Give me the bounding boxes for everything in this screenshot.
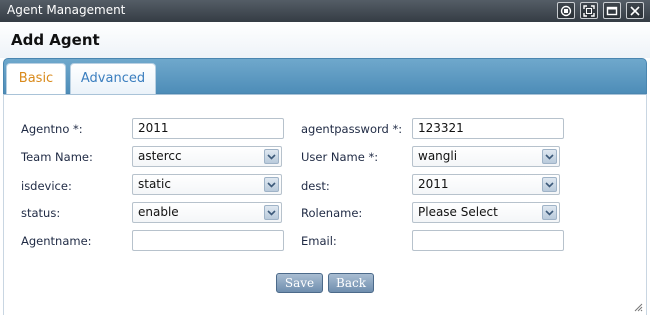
status-select[interactable]: enable [132, 202, 282, 223]
save-button[interactable]: Save [276, 273, 323, 293]
maximize-icon[interactable] [580, 2, 598, 19]
isdevice-label: isdevice: [21, 179, 72, 193]
minimize-icon[interactable] [603, 2, 621, 19]
restore-icon[interactable] [557, 2, 575, 19]
page-header: Add Agent [0, 22, 650, 58]
resize-grip-icon[interactable] [634, 303, 643, 312]
chevron-down-icon [264, 149, 279, 164]
status-value: enable [138, 205, 179, 219]
rolename-value: Please Select [418, 205, 498, 219]
page-title: Add Agent [11, 31, 100, 49]
window-titlebar: Agent Management [0, 0, 650, 22]
chevron-down-icon [542, 205, 557, 220]
agentno-value: 2011 [138, 121, 169, 135]
dest-select[interactable]: 2011 [412, 174, 560, 195]
dest-label: dest: [301, 179, 330, 193]
email-input[interactable] [412, 230, 564, 251]
user-name-label: User Name *: [301, 150, 379, 164]
chevron-down-icon [542, 177, 557, 192]
isdevice-value: static [138, 177, 171, 191]
tab-advanced[interactable]: Advanced [70, 63, 156, 95]
team-name-value: astercc [138, 149, 182, 163]
rolename-label: Rolename: [301, 206, 363, 220]
status-label: status: [21, 206, 61, 220]
team-name-select[interactable]: astercc [132, 146, 282, 167]
agentno-label: Agentno *: [21, 122, 83, 136]
window-controls [557, 2, 644, 19]
chevron-down-icon [264, 177, 279, 192]
isdevice-select[interactable]: static [132, 174, 282, 195]
team-name-label: Team Name: [21, 150, 93, 164]
tab-bar: Basic Advanced [3, 58, 647, 95]
dest-value: 2011 [418, 177, 449, 191]
user-name-value: wangli [418, 149, 458, 163]
chevron-down-icon [542, 149, 557, 164]
rolename-select[interactable]: Please Select [412, 202, 560, 223]
tab-basic[interactable]: Basic [6, 63, 66, 95]
chevron-down-icon [264, 205, 279, 220]
agentpassword-label: agentpassword *: [301, 122, 403, 136]
email-label: Email: [301, 234, 337, 248]
back-button[interactable]: Back [328, 273, 374, 293]
agentpassword-input[interactable]: 123321 [412, 118, 564, 139]
agentname-input[interactable] [132, 230, 284, 251]
agentpassword-value: 123321 [418, 121, 464, 135]
user-name-select[interactable]: wangli [412, 146, 560, 167]
window-title: Agent Management [7, 3, 126, 17]
form-panel: Agentno *: 2011 agentpassword *: 123321 … [3, 94, 647, 315]
agentname-label: Agentname: [21, 234, 92, 248]
close-icon[interactable] [626, 2, 644, 19]
agentno-input[interactable]: 2011 [132, 118, 284, 139]
